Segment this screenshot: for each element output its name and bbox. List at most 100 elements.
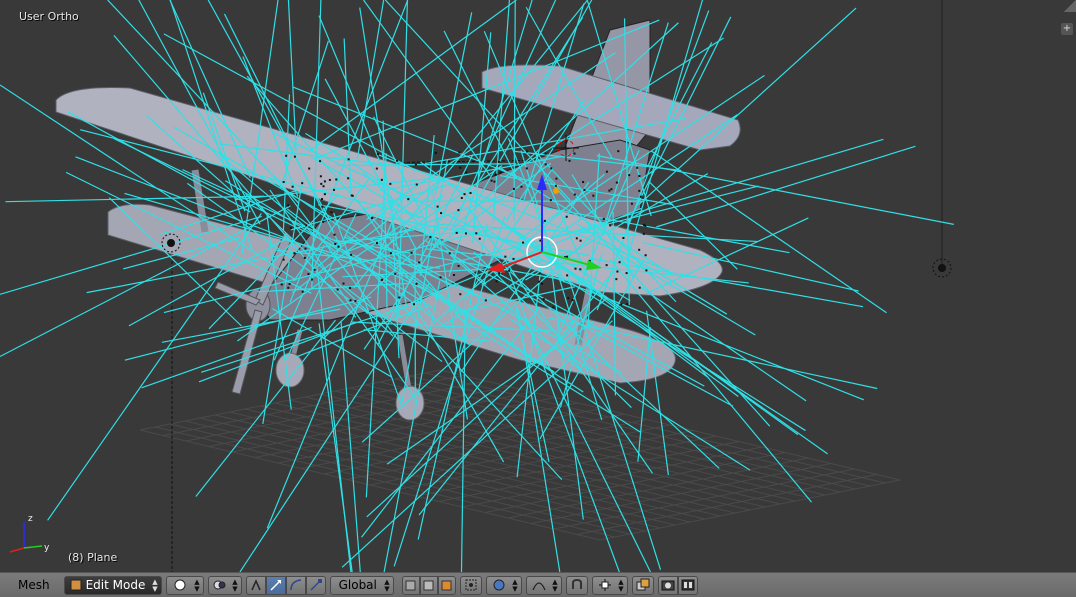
- manipulator-toggle-icon: [249, 578, 263, 592]
- face-select-button[interactable]: [437, 575, 456, 595]
- normal-line: [656, 145, 916, 228]
- edge-select-button[interactable]: [419, 575, 438, 595]
- proportional-edit-button[interactable]: ▲ ▼: [485, 575, 522, 595]
- vertex-point: [389, 252, 392, 255]
- vertex-point: [347, 177, 350, 180]
- snap-element-button[interactable]: ▲ ▼: [591, 575, 628, 595]
- vertex-point: [608, 189, 611, 192]
- vertex-point: [439, 276, 442, 279]
- vertex-point: [644, 224, 647, 227]
- copy-layers-button[interactable]: [631, 575, 654, 595]
- vertex-point: [469, 192, 472, 195]
- snap-arrows-icon: ▲ ▼: [618, 577, 624, 593]
- vertex-point: [498, 272, 501, 275]
- svg-text:y: y: [44, 543, 50, 553]
- vertex-point: [622, 236, 625, 239]
- rotate-button[interactable]: [285, 575, 306, 595]
- vertex-point: [333, 188, 336, 191]
- vertex-point: [579, 268, 582, 271]
- vertex-point: [464, 232, 467, 235]
- falloff-icon: [531, 579, 546, 591]
- render-animation-icon: [681, 578, 695, 592]
- vertex-point: [512, 187, 515, 190]
- vertex-point: [457, 209, 460, 212]
- orientation-arrows-icon: ▲ ▼: [384, 577, 390, 593]
- vertex-point: [615, 278, 618, 281]
- vertex-point: [617, 150, 620, 153]
- vertex-point: [310, 278, 313, 281]
- axis-orientation-icon: z y: [9, 514, 50, 553]
- scene-canvas[interactable]: z y: [0, 0, 1076, 572]
- vertex-point: [542, 298, 545, 301]
- mesh-menu[interactable]: Mesh: [18, 578, 50, 592]
- viewport-shading-button[interactable]: ▲ ▼: [165, 575, 204, 595]
- vertex-point: [645, 269, 648, 272]
- vertex-point: [571, 299, 574, 302]
- tool-shelf-plus-icon[interactable]: +: [1061, 23, 1073, 35]
- snap-toggle-button[interactable]: [565, 575, 588, 595]
- vertex-point: [321, 198, 324, 201]
- vertex-point: [320, 182, 323, 185]
- vertex-point: [350, 253, 353, 256]
- vertex-point: [293, 252, 296, 255]
- manipulator-toggle-button[interactable]: [245, 575, 266, 595]
- vertex-point: [538, 272, 541, 275]
- scale-icon: [309, 578, 323, 592]
- vertex-point: [475, 232, 478, 235]
- render-button[interactable]: [657, 575, 678, 595]
- vertex-point: [460, 196, 463, 199]
- vertex-point: [465, 171, 468, 174]
- vertex-point: [549, 199, 552, 202]
- vertex-point: [520, 185, 523, 188]
- vertex-point: [287, 204, 290, 207]
- vertex-point: [550, 167, 553, 170]
- vertex-point: [434, 151, 437, 154]
- vertex-point: [308, 167, 311, 170]
- vertex-point: [452, 273, 455, 276]
- vertex-point: [609, 224, 612, 227]
- vertex-select-button[interactable]: [401, 575, 420, 595]
- vertex-point: [396, 159, 399, 162]
- translate-icon: [269, 578, 283, 592]
- vertex-point: [504, 255, 507, 258]
- vertex-point: [394, 272, 397, 275]
- vertex-point: [349, 286, 352, 289]
- proportional-arrows-icon: ▲ ▼: [512, 577, 518, 593]
- proportional-edit-icon: [493, 579, 505, 591]
- vertex-point: [463, 193, 466, 196]
- vertex-point: [458, 151, 461, 154]
- select-mode-group: [401, 575, 456, 595]
- vertex-point: [282, 181, 285, 184]
- vertex-point: [415, 282, 418, 285]
- vertex-point: [544, 163, 547, 166]
- vertex-point: [459, 166, 462, 169]
- snap-toggle-icon: [570, 578, 584, 592]
- area-split-corner-icon[interactable]: [1064, 0, 1076, 12]
- normal-line: [207, 0, 331, 222]
- vertex-point: [625, 272, 628, 275]
- vertex-point: [328, 178, 331, 181]
- falloff-button[interactable]: ▲ ▼: [525, 575, 562, 595]
- vertex-point: [495, 280, 498, 283]
- vertex-point: [350, 194, 353, 197]
- vertex-point: [626, 303, 629, 306]
- mode-selector[interactable]: Edit Mode ▲ ▼: [63, 575, 162, 595]
- vertex-point: [291, 185, 294, 188]
- 3d-viewport[interactable]: z y User Ortho (8) Plane +: [0, 0, 1076, 572]
- occlude-geometry-button[interactable]: [459, 575, 482, 595]
- vertex-point: [554, 184, 557, 187]
- render-animation-button[interactable]: [677, 575, 698, 595]
- vertex-point: [455, 231, 458, 234]
- pivot-point-button[interactable]: ▲ ▼: [207, 575, 242, 595]
- transform-orientation-select[interactable]: Global ▲ ▼: [329, 575, 394, 595]
- vertex-select-icon: [405, 579, 417, 591]
- vertex-point: [602, 217, 605, 220]
- normal-line: [195, 319, 336, 497]
- vertex-point: [412, 303, 415, 306]
- translate-button[interactable]: [265, 575, 286, 595]
- scale-button[interactable]: [305, 575, 326, 595]
- vertex-point: [508, 269, 511, 272]
- vertex-point: [582, 181, 585, 184]
- vertex-point: [638, 189, 641, 192]
- vertex-point: [568, 159, 571, 162]
